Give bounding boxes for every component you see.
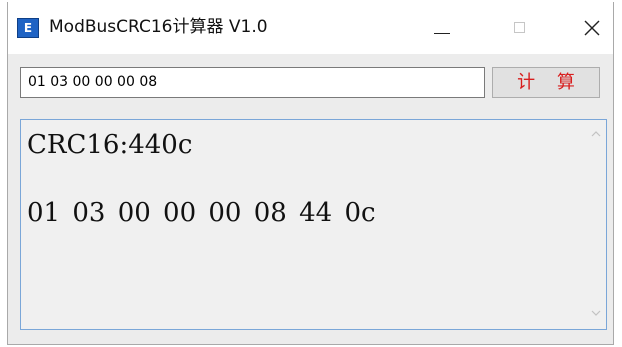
close-button[interactable] [553, 2, 622, 54]
scroll-up-arrow-icon[interactable] [591, 130, 601, 137]
close-icon [584, 20, 600, 36]
maximize-button[interactable] [483, 2, 553, 54]
output-textarea[interactable]: CRC16:440c 01 03 00 00 00 08 44 0c [20, 119, 607, 330]
minimize-icon [434, 33, 450, 34]
app-window: E ModBusCRC16计算器 V1.0 01 03 00 00 00 08 … [7, 2, 614, 345]
hex-input-field[interactable]: 01 03 00 00 00 08 [20, 67, 485, 98]
crc-result-line: CRC16:440c [27, 130, 193, 160]
title-bar[interactable]: E ModBusCRC16计算器 V1.0 [8, 2, 613, 54]
vertical-scrollbar[interactable] [586, 120, 606, 329]
calculate-button[interactable]: 计 算 [492, 67, 600, 98]
maximize-icon [514, 22, 525, 33]
window-title: ModBusCRC16计算器 V1.0 [49, 17, 268, 37]
minimize-button[interactable] [413, 2, 483, 54]
scroll-down-arrow-icon[interactable] [591, 310, 601, 317]
app-icon: E [17, 18, 39, 38]
frame-result-line: 01 03 00 00 00 08 44 0c [27, 198, 376, 228]
